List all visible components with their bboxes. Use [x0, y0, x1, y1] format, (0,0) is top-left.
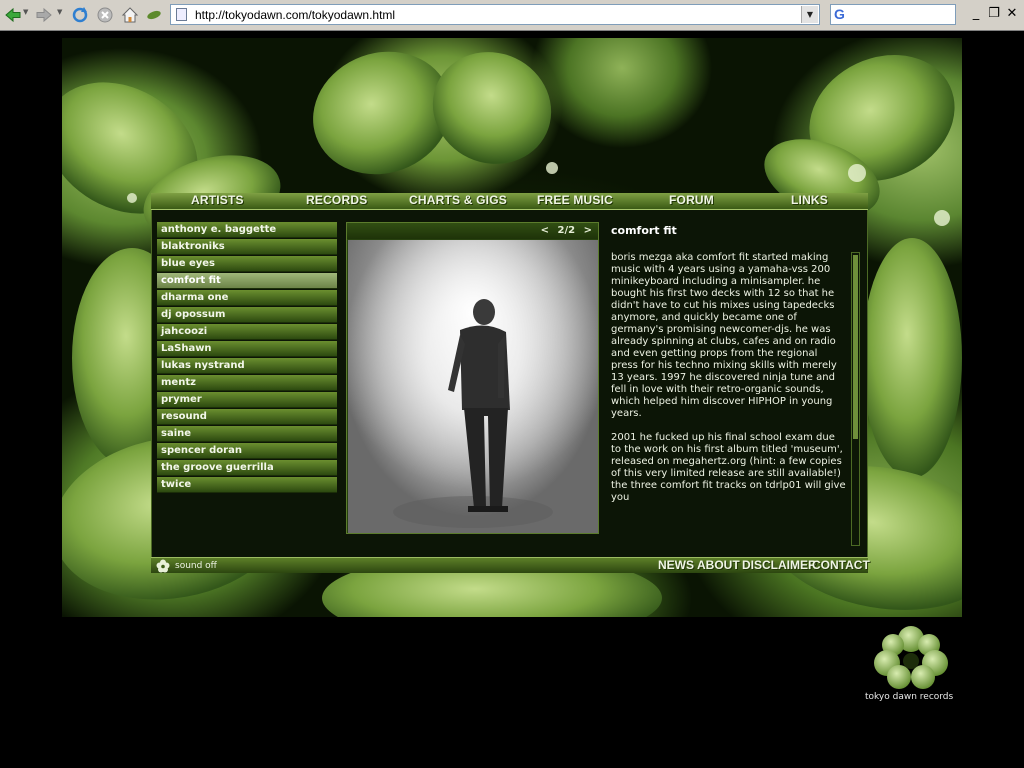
bio-paragraph: boris mezga aka comfort fit started maki… — [611, 252, 837, 419]
flower-icon — [156, 559, 170, 573]
nav-news[interactable]: NEWS — [658, 558, 694, 572]
artist-photo — [348, 240, 598, 533]
artist-item[interactable]: prymer — [157, 392, 337, 408]
nav-free-music[interactable]: FREE MUSIC — [537, 193, 613, 207]
artist-item[interactable]: blaktroniks — [157, 239, 337, 255]
top-navigation: ARTISTS RECORDS CHARTS & GIGS FREE MUSIC… — [151, 193, 868, 210]
artist-item[interactable]: LaShawn — [157, 341, 337, 357]
artist-item[interactable]: dharma one — [157, 290, 337, 306]
photo-page-indicator: 2/2 — [557, 225, 576, 236]
minimize-icon[interactable]: _ — [968, 6, 984, 21]
logo-caption: tokyo dawn records — [865, 692, 954, 702]
browser-toolbar: ▼ ▼ http://tokyodawn.com/tokyodawn.html … — [0, 0, 1024, 31]
artist-item-active[interactable]: comfort fit — [157, 273, 337, 289]
artist-list: anthony e. baggette blaktroniks blue eye… — [157, 222, 337, 494]
url-text[interactable]: http://tokyodawn.com/tokyodawn.html — [195, 8, 395, 22]
nav-links[interactable]: LINKS — [791, 193, 828, 207]
artist-item[interactable]: saine — [157, 426, 337, 442]
forward-dropdown-icon[interactable]: ▼ — [57, 8, 62, 16]
nav-artists[interactable]: ARTISTS — [191, 193, 244, 207]
nav-disclaimer[interactable]: DISCLAIMER — [742, 558, 817, 572]
nav-forum[interactable]: FORUM — [669, 193, 714, 207]
close-icon[interactable]: ✕ — [1004, 6, 1020, 21]
address-dropdown-icon[interactable]: ▼ — [801, 6, 818, 23]
artist-figure-image — [348, 240, 598, 533]
artist-item[interactable]: jahcoozi — [157, 324, 337, 340]
artist-item[interactable]: spencer doran — [157, 443, 337, 459]
bio-scrollbar[interactable] — [851, 252, 860, 546]
artist-item[interactable]: twice — [157, 477, 337, 493]
artist-item[interactable]: blue eyes — [157, 256, 337, 272]
artist-item[interactable]: lukas nystrand — [157, 358, 337, 374]
nav-about[interactable]: ABOUT — [697, 558, 740, 572]
artist-item[interactable]: resound — [157, 409, 337, 425]
home-icon[interactable] — [120, 5, 140, 25]
artist-item[interactable]: the groove guerrilla — [157, 460, 337, 476]
refresh-icon[interactable] — [70, 5, 90, 25]
artist-item[interactable]: anthony e. baggette — [157, 222, 337, 238]
bottom-bar: sound off NEWS ABOUT DISCLAIMER CONTACT — [151, 557, 870, 573]
scrollbar-thumb[interactable] — [853, 255, 858, 439]
artist-title: comfort fit — [611, 224, 677, 237]
leaf-icon[interactable] — [144, 5, 164, 25]
photo-prev-button[interactable]: < — [541, 225, 549, 236]
back-icon[interactable] — [3, 5, 23, 25]
photo-pager-bar: < 2/2 > — [347, 223, 598, 239]
artist-bio: boris mezga aka comfort fit started maki… — [611, 252, 847, 528]
sound-label[interactable]: sound off — [175, 561, 217, 571]
artist-item[interactable]: dj opossum — [157, 307, 337, 323]
nav-contact[interactable]: CONTACT — [812, 558, 870, 572]
page-icon — [176, 8, 187, 21]
photo-pager: < 2/2 > — [536, 225, 592, 236]
nav-charts-gigs[interactable]: CHARTS & GIGS — [409, 193, 507, 207]
photo-next-button[interactable]: > — [584, 225, 592, 236]
nav-records[interactable]: RECORDS — [306, 193, 367, 207]
search-engine-icon[interactable]: G — [834, 6, 845, 22]
stop-icon[interactable] — [95, 5, 115, 25]
artist-item[interactable]: mentz — [157, 375, 337, 391]
tokyo-dawn-logo[interactable] — [871, 625, 961, 695]
sound-toggle[interactable]: sound off — [156, 559, 217, 573]
forward-icon[interactable] — [34, 5, 54, 25]
artist-photo-frame: < 2/2 > — [346, 222, 599, 534]
restore-icon[interactable]: ❐ — [986, 6, 1002, 21]
address-bar[interactable]: http://tokyodawn.com/tokyodawn.html ▼ — [170, 4, 820, 25]
flower-logo-icon — [874, 626, 948, 689]
back-dropdown-icon[interactable]: ▼ — [23, 8, 28, 16]
bio-paragraph: 2001 he fucked up his final school exam … — [611, 432, 846, 503]
search-input[interactable]: G — [830, 4, 956, 25]
